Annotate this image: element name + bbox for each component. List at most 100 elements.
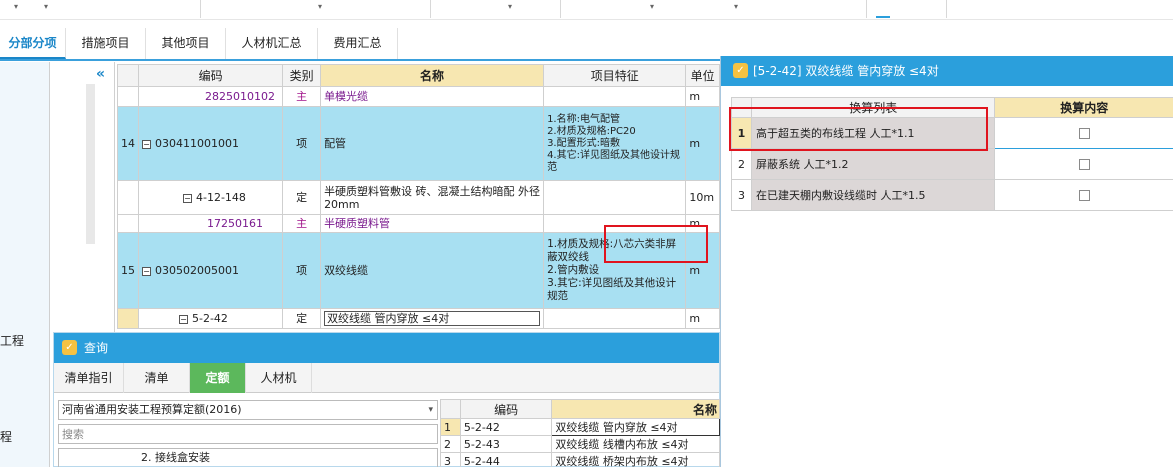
- row-unit[interactable]: m: [685, 308, 720, 329]
- grid-header-category[interactable]: 类别: [282, 64, 322, 87]
- dropdown-arrow-icon[interactable]: ▾: [44, 2, 48, 11]
- tree-item[interactable]: 2. 接线盒安装: [58, 448, 438, 467]
- tree-collapse-icon[interactable]: −: [142, 139, 151, 149]
- table-row[interactable]: 17250161 主 半硬质塑料管 m: [117, 214, 720, 233]
- left-nav-label[interactable]: 工程: [0, 332, 24, 349]
- table-row[interactable]: 1 高于超五类的布线工程 人工*1.1: [731, 117, 1173, 149]
- tree-collapse-icon[interactable]: −: [179, 314, 188, 324]
- table-row[interactable]: −5-2-42 定 双绞线缆 管内穿放 ≤4对 m: [117, 308, 720, 329]
- dropdown-arrow-icon[interactable]: ▾: [734, 2, 738, 11]
- row-name-cell[interactable]: 双绞线缆 管内穿放 ≤4对: [320, 308, 545, 329]
- dropdown-arrow-icon[interactable]: ▾: [508, 2, 512, 11]
- row-name[interactable]: 半硬质塑料管敷设 砖、混凝土结构暗配 外径20mm: [320, 180, 545, 215]
- row-unit[interactable]: m: [685, 214, 720, 233]
- table-row[interactable]: −4-12-148 定 半硬质塑料管敷设 砖、混凝土结构暗配 外径20mm 10…: [117, 180, 720, 215]
- qtab-qingdan-zhiyin[interactable]: 清单指引: [54, 363, 124, 393]
- row-number: 14: [117, 106, 139, 181]
- vertical-scrollbar[interactable]: [86, 84, 95, 244]
- table-row[interactable]: 2825010102 主 单模光缆 m: [117, 86, 720, 107]
- row-name-editor[interactable]: 双绞线缆 管内穿放 ≤4对: [324, 311, 541, 326]
- chevron-down-icon[interactable]: ▾: [428, 401, 433, 419]
- table-row[interactable]: 14 −030411001001 项 配管 1.名称:电气配管 2.材质及规格:…: [117, 106, 720, 181]
- row-feature[interactable]: [543, 180, 687, 215]
- row-category[interactable]: 项: [282, 232, 322, 309]
- tree-collapse-icon[interactable]: −: [142, 266, 151, 276]
- row-name[interactable]: 双绞线缆 线槽内布放 ≤4对: [551, 435, 720, 453]
- row-feature[interactable]: 1.名称:电气配管 2.材质及规格:PC20 3.配置形式:暗敷 4.其它:详见…: [543, 106, 687, 181]
- row-unit[interactable]: 10m: [685, 180, 720, 215]
- dropdown-arrow-icon[interactable]: ▾: [14, 2, 18, 11]
- tab-fenbu-fenxiang[interactable]: 分部分项: [0, 28, 66, 59]
- row-feature[interactable]: [543, 86, 687, 107]
- grid-header-feature[interactable]: 项目特征: [543, 64, 687, 87]
- tab-rencaiji-huizong[interactable]: 人材机汇总: [226, 28, 318, 59]
- app-logo-icon: ✓: [733, 63, 748, 78]
- row-checkbox[interactable]: [1078, 127, 1090, 139]
- query-left-pane: 河南省通用安装工程预算定额(2016) ▾ 2. 接线盒安装: [58, 400, 438, 467]
- row-category[interactable]: 定: [282, 180, 322, 215]
- dgrid-header-content[interactable]: 换算内容: [994, 97, 1173, 118]
- grid-header-name[interactable]: 名称: [320, 64, 545, 87]
- row-text[interactable]: 屏蔽系统 人工*1.2: [750, 148, 996, 180]
- row-unit[interactable]: m: [685, 86, 720, 107]
- tree-collapse-icon[interactable]: −: [183, 193, 192, 203]
- row-content-cell[interactable]: [994, 179, 1173, 211]
- row-feature[interactable]: [543, 308, 687, 329]
- left-nav-label[interactable]: 程: [0, 428, 12, 445]
- row-feature[interactable]: 1.材质及规格:八芯六类非屏蔽双绞线 2.管内敷设 3.其它:详见图纸及其他设计…: [543, 232, 687, 309]
- row-text[interactable]: 高于超五类的布线工程 人工*1.1: [750, 117, 996, 149]
- main-tabs: 分部分项 措施项目 其他项目 人材机汇总 费用汇总: [0, 28, 720, 61]
- row-content-cell[interactable]: [994, 117, 1173, 149]
- qtab-ding-e[interactable]: 定额: [190, 363, 246, 393]
- grid-header-unit[interactable]: 单位: [685, 64, 720, 87]
- tab-qita-xiangmu[interactable]: 其他项目: [146, 28, 226, 59]
- qtab-qingdan[interactable]: 清单: [124, 363, 190, 393]
- toolbar-separator: [946, 0, 947, 18]
- row-code-cell[interactable]: −030411001001: [137, 106, 284, 181]
- table-row[interactable]: 15 −030502005001 项 双绞线缆 1.材质及规格:八芯六类非屏蔽双…: [117, 232, 720, 309]
- library-select[interactable]: 河南省通用安装工程预算定额(2016) ▾: [58, 400, 438, 420]
- qtab-rencaiji[interactable]: 人材机: [246, 363, 312, 393]
- row-name[interactable]: 单模光缆: [320, 86, 545, 107]
- row-unit[interactable]: m: [685, 106, 720, 181]
- row-text[interactable]: 在已建天棚内敷设线缆时 人工*1.5: [750, 179, 996, 211]
- row-name[interactable]: 双绞线缆 桥架内布放 ≤4对: [551, 452, 720, 467]
- qgrid-header-name[interactable]: 名称: [551, 399, 720, 419]
- table-row[interactable]: 2 5-2-43 双绞线缆 线槽内布放 ≤4对: [440, 435, 720, 453]
- tab-feiyong-huizong[interactable]: 费用汇总: [318, 28, 398, 59]
- table-row[interactable]: 1 5-2-42 双绞线缆 管内穿放 ≤4对: [440, 418, 720, 436]
- row-code[interactable]: 5-2-44: [459, 452, 553, 467]
- search-input[interactable]: [58, 424, 438, 444]
- row-code-cell[interactable]: −030502005001: [137, 232, 284, 309]
- dgrid-header-list[interactable]: 换算列表: [750, 97, 996, 118]
- row-unit[interactable]: m: [685, 232, 720, 309]
- row-category[interactable]: 主: [282, 86, 322, 107]
- dropdown-arrow-icon[interactable]: ▾: [650, 2, 654, 11]
- row-feature[interactable]: [543, 214, 687, 233]
- row-code-cell[interactable]: −4-12-148: [137, 180, 284, 215]
- row-code-cell[interactable]: −5-2-42: [137, 308, 284, 329]
- row-name[interactable]: 半硬质塑料管: [320, 214, 545, 233]
- row-content-cell[interactable]: [994, 148, 1173, 180]
- row-code[interactable]: 2825010102: [137, 86, 284, 107]
- dropdown-arrow-icon[interactable]: ▾: [318, 2, 322, 11]
- row-category[interactable]: 项: [282, 106, 322, 181]
- row-checkbox[interactable]: [1078, 189, 1090, 201]
- item-grid: 编码 类别 名称 项目特征 单位 2825010102 主 单模光缆 m 14 …: [117, 64, 720, 332]
- row-checkbox[interactable]: [1078, 158, 1090, 170]
- table-row[interactable]: 3 在已建天棚内敷设线缆时 人工*1.5: [731, 179, 1173, 211]
- table-row[interactable]: 3 5-2-44 双绞线缆 桥架内布放 ≤4对: [440, 452, 720, 467]
- collapse-icon[interactable]: «: [96, 66, 105, 82]
- row-code[interactable]: 5-2-43: [459, 435, 553, 453]
- row-code[interactable]: 17250161: [137, 214, 284, 233]
- qgrid-header-code[interactable]: 编码: [459, 399, 553, 419]
- row-category[interactable]: 主: [282, 214, 322, 233]
- row-name[interactable]: 双绞线缆 管内穿放 ≤4对: [551, 418, 720, 436]
- row-category[interactable]: 定: [282, 308, 322, 329]
- row-name[interactable]: 双绞线缆: [320, 232, 545, 309]
- grid-header-code[interactable]: 编码: [137, 64, 284, 87]
- row-code[interactable]: 5-2-42: [459, 418, 553, 436]
- row-name[interactable]: 配管: [320, 106, 545, 181]
- tab-cuoshi-xiangmu[interactable]: 措施项目: [66, 28, 146, 59]
- table-row[interactable]: 2 屏蔽系统 人工*1.2: [731, 148, 1173, 180]
